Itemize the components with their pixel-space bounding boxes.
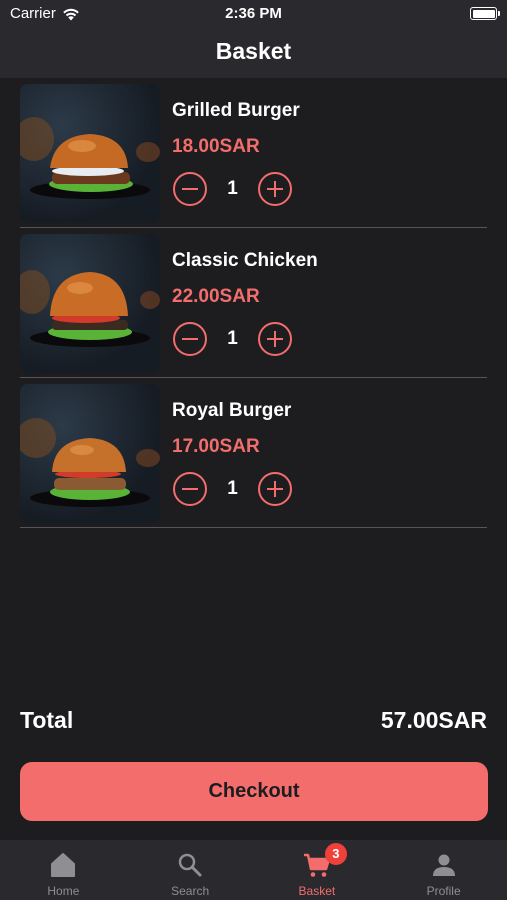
person-icon bbox=[432, 854, 455, 876]
quantity-value: 1 bbox=[227, 478, 238, 499]
increase-quantity-button[interactable] bbox=[258, 322, 292, 356]
tab-label: Basket bbox=[298, 884, 336, 898]
home-icon bbox=[51, 853, 76, 877]
item-price: 17.00SAR bbox=[172, 436, 260, 457]
quantity-stepper: 1 bbox=[173, 472, 292, 506]
burger-image bbox=[20, 234, 160, 373]
quantity-value: 1 bbox=[227, 178, 238, 199]
tab-profile[interactable]: Profile bbox=[380, 840, 507, 900]
search-icon bbox=[178, 853, 202, 877]
quantity-stepper: 1 bbox=[173, 172, 292, 206]
total-row: Total 57.00SAR bbox=[20, 704, 487, 736]
checkout-button[interactable]: Checkout bbox=[20, 762, 488, 821]
quantity-value: 1 bbox=[227, 328, 238, 349]
basket-item: Classic Chicken 22.00SAR 1 bbox=[20, 228, 487, 378]
page-title: Basket bbox=[215, 38, 292, 64]
tab-label: Home bbox=[47, 884, 80, 898]
quantity-stepper: 1 bbox=[173, 322, 292, 356]
item-name: Classic Chicken bbox=[172, 250, 318, 271]
basket-item: Grilled Burger 18.00SAR 1 bbox=[20, 78, 487, 228]
status-time: 2:36 PM bbox=[225, 5, 282, 22]
item-price: 18.00SAR bbox=[172, 136, 260, 157]
item-name: Grilled Burger bbox=[172, 100, 300, 121]
decrease-quantity-button[interactable] bbox=[173, 472, 207, 506]
tab-label: Profile bbox=[426, 884, 461, 898]
basket-item: Royal Burger 17.00SAR 1 bbox=[20, 378, 487, 528]
decrease-quantity-button[interactable] bbox=[173, 172, 207, 206]
tab-basket[interactable]: 3 Basket bbox=[254, 840, 381, 900]
minus-icon bbox=[182, 187, 198, 190]
increase-quantity-button[interactable] bbox=[258, 472, 292, 506]
tab-home[interactable]: Home bbox=[0, 840, 127, 900]
minus-icon bbox=[182, 337, 198, 340]
increase-quantity-button[interactable] bbox=[258, 172, 292, 206]
cart-count-badge: 3 bbox=[324, 843, 347, 865]
minus-icon bbox=[182, 487, 198, 490]
nav-header: Basket bbox=[0, 28, 507, 78]
basket-list: Grilled Burger 18.00SAR 1 Classic Chicke… bbox=[20, 78, 487, 528]
battery-icon bbox=[470, 7, 500, 20]
item-price: 22.00SAR bbox=[172, 286, 260, 307]
tab-bar: Home Search 3 Basket Profile bbox=[0, 840, 507, 900]
decrease-quantity-button[interactable] bbox=[173, 322, 207, 356]
total-label: Total bbox=[20, 706, 74, 733]
item-name: Royal Burger bbox=[172, 400, 292, 421]
tab-search[interactable]: Search bbox=[127, 840, 254, 900]
total-value: 57.00SAR bbox=[380, 706, 487, 733]
status-bar: Carrier 2:36 PM bbox=[0, 0, 507, 28]
burger-image bbox=[20, 84, 160, 223]
tab-label: Search bbox=[171, 884, 210, 898]
burger-image bbox=[20, 384, 160, 523]
